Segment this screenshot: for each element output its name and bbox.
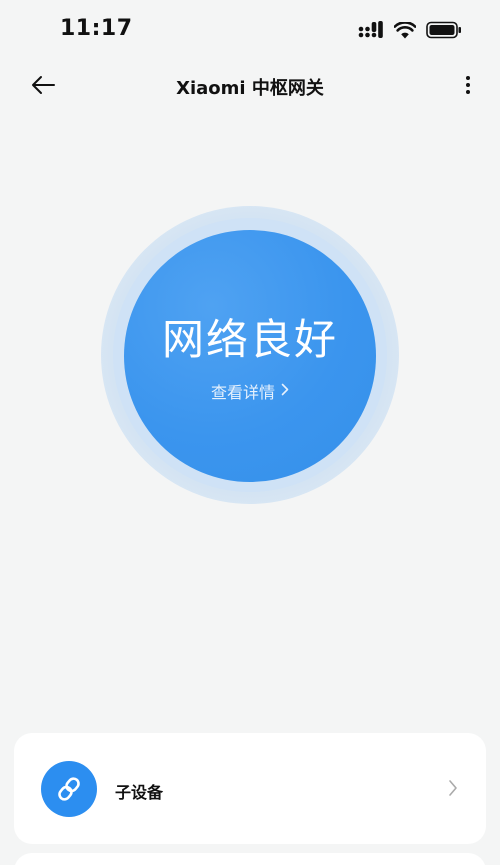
link-icon bbox=[41, 761, 97, 817]
sub-devices-card[interactable]: 子设备 bbox=[14, 733, 486, 844]
signal-icon bbox=[358, 21, 384, 39]
battery-icon bbox=[426, 21, 462, 39]
view-details-link[interactable]: 查看详情 bbox=[211, 379, 289, 403]
status-bar: 11:17 bbox=[0, 0, 500, 60]
network-status-label: 网络良好 bbox=[161, 314, 338, 364]
chevron-right-icon bbox=[448, 779, 458, 801]
network-status-circle[interactable]: 网络良好 查看详情 bbox=[124, 230, 376, 482]
sub-devices-label: 子设备 bbox=[115, 783, 164, 802]
network-status-indicator: 网络良好 查看详情 bbox=[101, 206, 399, 504]
more-button[interactable] bbox=[458, 72, 478, 102]
chevron-right-icon bbox=[281, 381, 289, 400]
wifi-icon bbox=[394, 21, 416, 39]
status-time: 11:17 bbox=[60, 16, 133, 41]
status-icons bbox=[358, 20, 462, 40]
header: Xiaomi 中枢网关 bbox=[0, 62, 500, 112]
next-card bbox=[14, 853, 486, 865]
more-vertical-icon bbox=[465, 75, 471, 99]
view-details-label: 查看详情 bbox=[210, 382, 275, 402]
page-title: Xiaomi 中枢网关 bbox=[176, 78, 324, 99]
